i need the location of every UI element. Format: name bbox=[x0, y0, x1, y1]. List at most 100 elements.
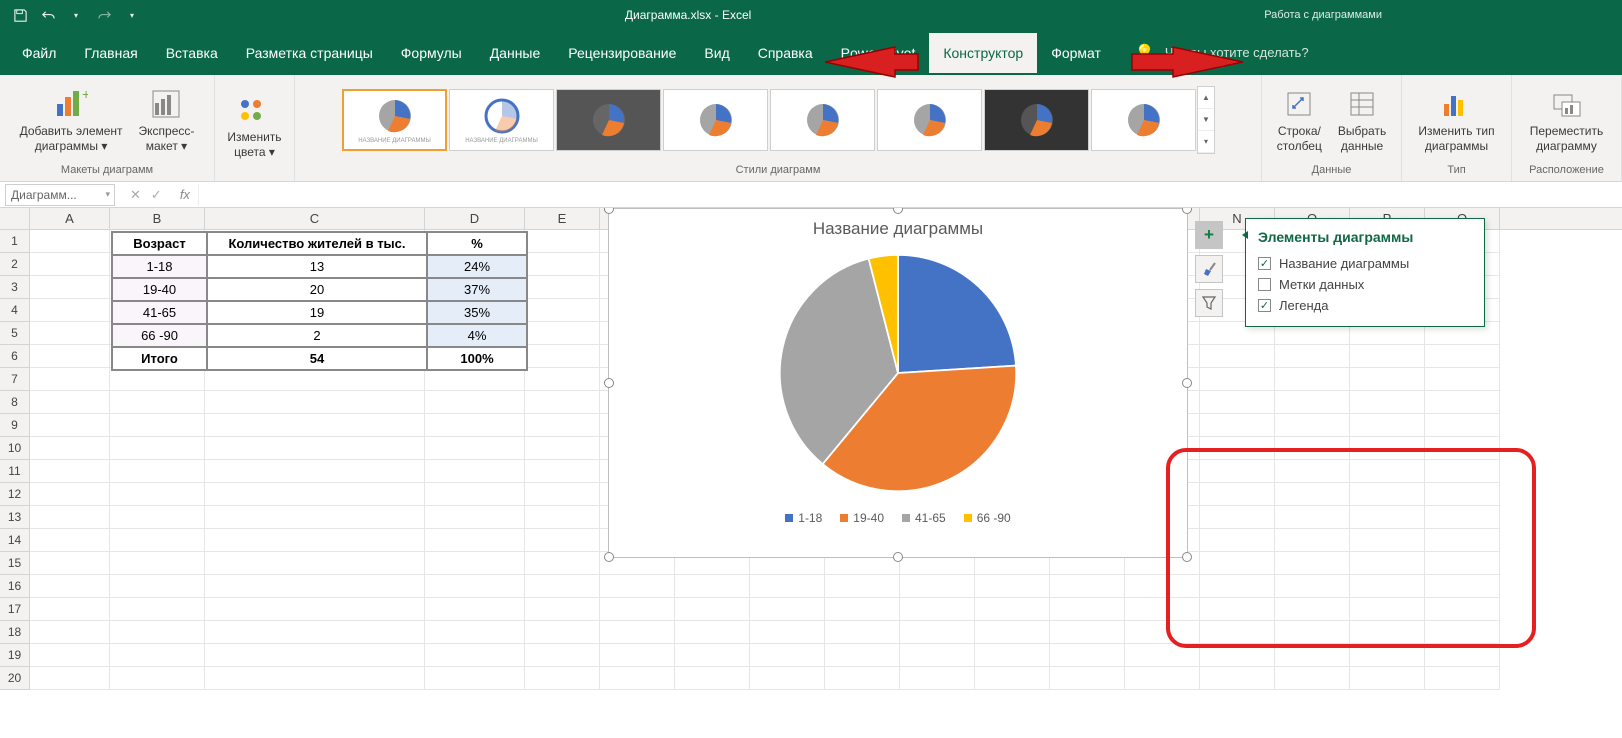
cell[interactable] bbox=[1425, 368, 1500, 391]
cell[interactable] bbox=[425, 368, 525, 391]
row-header-10[interactable]: 10 bbox=[0, 437, 30, 460]
cell-b5[interactable]: 41-65 bbox=[112, 301, 207, 324]
cell[interactable] bbox=[1200, 414, 1275, 437]
legend-item[interactable]: 66 -90 bbox=[964, 511, 1011, 525]
cell[interactable] bbox=[1125, 598, 1200, 621]
cell[interactable] bbox=[825, 575, 900, 598]
cell[interactable] bbox=[750, 667, 825, 690]
cell[interactable] bbox=[1350, 506, 1425, 529]
col-header-D[interactable]: D bbox=[425, 208, 525, 229]
cell[interactable] bbox=[1350, 644, 1425, 667]
cell[interactable] bbox=[1200, 345, 1275, 368]
chart-title[interactable]: Название диаграммы bbox=[609, 209, 1187, 243]
chart-style-8[interactable] bbox=[1091, 89, 1196, 151]
cell-c4[interactable]: 20 bbox=[207, 278, 427, 301]
chart-style-5[interactable] bbox=[770, 89, 875, 151]
cell[interactable] bbox=[30, 299, 110, 322]
cell[interactable] bbox=[1125, 644, 1200, 667]
cell[interactable] bbox=[425, 598, 525, 621]
cell[interactable] bbox=[1200, 460, 1275, 483]
cell-c6[interactable]: 2 bbox=[207, 324, 427, 347]
chart-style-6[interactable] bbox=[877, 89, 982, 151]
cell[interactable] bbox=[30, 322, 110, 345]
cell[interactable] bbox=[1275, 345, 1350, 368]
cell[interactable] bbox=[110, 667, 205, 690]
cell-total-value[interactable]: 54 bbox=[207, 347, 427, 370]
cell[interactable] bbox=[425, 552, 525, 575]
cell[interactable] bbox=[1425, 437, 1500, 460]
cell[interactable] bbox=[1425, 667, 1500, 690]
cell[interactable] bbox=[1425, 575, 1500, 598]
cell[interactable] bbox=[525, 299, 600, 322]
cell[interactable] bbox=[205, 552, 425, 575]
cell[interactable] bbox=[425, 483, 525, 506]
pie-chart[interactable] bbox=[609, 243, 1187, 503]
cell[interactable] bbox=[110, 483, 205, 506]
cell[interactable] bbox=[525, 368, 600, 391]
cell[interactable] bbox=[1350, 575, 1425, 598]
cell[interactable] bbox=[205, 414, 425, 437]
cell[interactable] bbox=[975, 621, 1050, 644]
cell[interactable] bbox=[205, 391, 425, 414]
cell[interactable] bbox=[525, 460, 600, 483]
cell[interactable] bbox=[1425, 345, 1500, 368]
checkbox-checked-icon[interactable]: ✓ bbox=[1258, 257, 1271, 270]
cell[interactable] bbox=[1275, 460, 1350, 483]
cell[interactable] bbox=[205, 437, 425, 460]
cell[interactable] bbox=[30, 483, 110, 506]
cell[interactable] bbox=[1200, 391, 1275, 414]
cell[interactable] bbox=[1275, 506, 1350, 529]
tab-design[interactable]: Конструктор bbox=[929, 33, 1037, 73]
cell-total-percent[interactable]: 100% bbox=[427, 347, 527, 370]
tab-review[interactable]: Рецензирование bbox=[554, 33, 690, 73]
chart-filter-button[interactable] bbox=[1195, 289, 1223, 317]
cell[interactable] bbox=[525, 483, 600, 506]
tab-data[interactable]: Данные bbox=[476, 33, 555, 73]
cell[interactable] bbox=[425, 644, 525, 667]
cell[interactable] bbox=[425, 575, 525, 598]
cell[interactable] bbox=[525, 322, 600, 345]
cell[interactable] bbox=[1350, 414, 1425, 437]
cell-total-label[interactable]: Итого bbox=[112, 347, 207, 370]
fx-icon[interactable]: fx bbox=[172, 187, 198, 202]
row-header-15[interactable]: 15 bbox=[0, 552, 30, 575]
cell[interactable] bbox=[750, 644, 825, 667]
chart-style-4[interactable] bbox=[663, 89, 768, 151]
cell[interactable] bbox=[205, 621, 425, 644]
cell[interactable] bbox=[30, 621, 110, 644]
cell[interactable] bbox=[525, 391, 600, 414]
undo-dropdown-icon[interactable]: ▾ bbox=[66, 5, 86, 25]
cell[interactable] bbox=[975, 575, 1050, 598]
chart-style-3[interactable] bbox=[556, 89, 661, 151]
add-chart-element-button[interactable]: + Добавить элемент диаграммы ▾ bbox=[14, 84, 129, 156]
cell[interactable] bbox=[110, 644, 205, 667]
cell[interactable] bbox=[205, 644, 425, 667]
cell[interactable] bbox=[525, 276, 600, 299]
chart-element-legend-option[interactable]: ✓ Легенда bbox=[1258, 295, 1472, 316]
cell[interactable] bbox=[1350, 345, 1425, 368]
tab-insert[interactable]: Вставка bbox=[152, 33, 232, 73]
row-header-20[interactable]: 20 bbox=[0, 667, 30, 690]
cell[interactable] bbox=[205, 667, 425, 690]
row-header-11[interactable]: 11 bbox=[0, 460, 30, 483]
cell[interactable] bbox=[525, 621, 600, 644]
cell-d4[interactable]: 37% bbox=[427, 278, 527, 301]
row-header-9[interactable]: 9 bbox=[0, 414, 30, 437]
cell[interactable] bbox=[1425, 621, 1500, 644]
cell[interactable] bbox=[110, 529, 205, 552]
cell[interactable] bbox=[750, 598, 825, 621]
quick-layout-button[interactable]: Экспресс- макет ▾ bbox=[133, 84, 201, 156]
chart-styles-button[interactable] bbox=[1195, 255, 1223, 283]
cell[interactable] bbox=[1425, 529, 1500, 552]
cell[interactable] bbox=[1425, 506, 1500, 529]
cell[interactable] bbox=[1425, 552, 1500, 575]
th-count[interactable]: Количество жителей в тыс. bbox=[207, 232, 427, 255]
cell[interactable] bbox=[30, 552, 110, 575]
styles-expand-icon[interactable]: ▾ bbox=[1198, 131, 1214, 153]
cell[interactable] bbox=[425, 391, 525, 414]
cell[interactable] bbox=[30, 667, 110, 690]
chart-style-7[interactable] bbox=[984, 89, 1089, 151]
select-data-button[interactable]: Выбрать данные bbox=[1332, 84, 1392, 156]
cell[interactable] bbox=[425, 437, 525, 460]
change-colors-button[interactable]: Изменить цвета ▾ bbox=[221, 90, 287, 162]
